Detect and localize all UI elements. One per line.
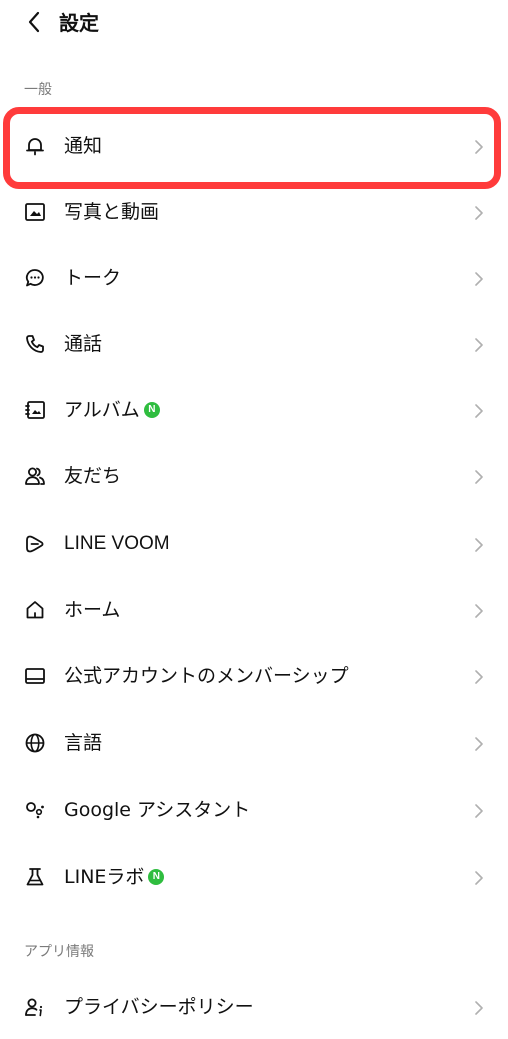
page-title: 設定 xyxy=(59,11,99,35)
voom-play-icon xyxy=(24,533,46,555)
chevron-right-icon xyxy=(473,803,485,818)
settings-row-label: 友だち xyxy=(64,465,122,487)
globe-icon xyxy=(24,732,46,754)
header: 設定 xyxy=(0,0,508,48)
settings-row-albums[interactable]: アルバム N xyxy=(0,378,508,442)
chevron-right-icon xyxy=(473,271,485,286)
settings-row-calls[interactable]: 通話 xyxy=(0,312,508,376)
settings-row-label: ホーム xyxy=(64,599,121,621)
settings-row-line-voom[interactable]: LINE VOOM xyxy=(0,512,508,576)
google-assistant-icon xyxy=(24,799,46,821)
settings-row-photos-videos[interactable]: 写真と動画 xyxy=(0,180,508,244)
chevron-right-icon xyxy=(473,603,485,618)
chevron-right-icon xyxy=(473,337,485,352)
album-icon xyxy=(24,399,46,421)
settings-row-friends[interactable]: 友だち xyxy=(0,444,508,508)
settings-row-google-assistant[interactable]: Google アシスタント xyxy=(0,778,508,842)
membership-card-icon xyxy=(24,665,46,687)
friends-icon xyxy=(24,465,46,487)
chevron-right-icon xyxy=(473,205,485,220)
settings-row-label: 通知 xyxy=(64,135,103,157)
chevron-right-icon xyxy=(473,469,485,484)
new-badge: N xyxy=(148,869,165,885)
settings-row-label: 通話 xyxy=(64,333,103,355)
settings-row-privacy-policy[interactable]: プライバシーポリシー xyxy=(0,975,508,1039)
chevron-right-icon xyxy=(473,736,485,751)
chevron-right-icon xyxy=(473,1000,485,1015)
back-button[interactable] xyxy=(22,8,46,36)
settings-row-label: Google アシスタント xyxy=(64,799,251,821)
chevron-left-icon xyxy=(28,11,40,33)
home-icon xyxy=(24,599,46,621)
settings-row-language[interactable]: 言語 xyxy=(0,711,508,775)
settings-row-home[interactable]: ホーム xyxy=(0,578,508,642)
chevron-right-icon xyxy=(473,669,485,684)
settings-row-label: プライバシーポリシー xyxy=(64,996,254,1018)
settings-row-official-account-membership[interactable]: 公式アカウントのメンバーシップ xyxy=(0,644,508,708)
settings-row-label: 写真と動画 xyxy=(64,201,160,223)
chat-bubble-icon xyxy=(24,267,46,289)
chevron-right-icon xyxy=(473,403,485,418)
chevron-right-icon xyxy=(473,870,485,885)
privacy-info-icon xyxy=(24,996,46,1018)
chevron-right-icon xyxy=(473,537,485,552)
settings-row-chats[interactable]: トーク xyxy=(0,246,508,310)
phone-icon xyxy=(24,333,46,355)
settings-row-label: アルバム N xyxy=(64,397,160,423)
bell-icon xyxy=(24,135,46,157)
section-label-app-info: アプリ情報 xyxy=(24,944,94,960)
settings-row-line-labs[interactable]: LINEラボ N xyxy=(0,845,508,909)
settings-row-label: 言語 xyxy=(64,732,103,754)
settings-row-label: 公式アカウントのメンバーシップ xyxy=(64,665,349,687)
settings-row-label: トーク xyxy=(64,267,122,289)
settings-row-label: LINE VOOM xyxy=(64,533,170,554)
chevron-right-icon xyxy=(473,139,485,154)
settings-row-label: LINEラボ N xyxy=(64,864,165,890)
new-badge: N xyxy=(143,402,160,418)
section-label-general: 一般 xyxy=(24,82,52,98)
photo-icon xyxy=(24,201,46,223)
flask-icon xyxy=(24,866,46,888)
settings-row-notifications[interactable]: 通知 xyxy=(0,114,508,178)
